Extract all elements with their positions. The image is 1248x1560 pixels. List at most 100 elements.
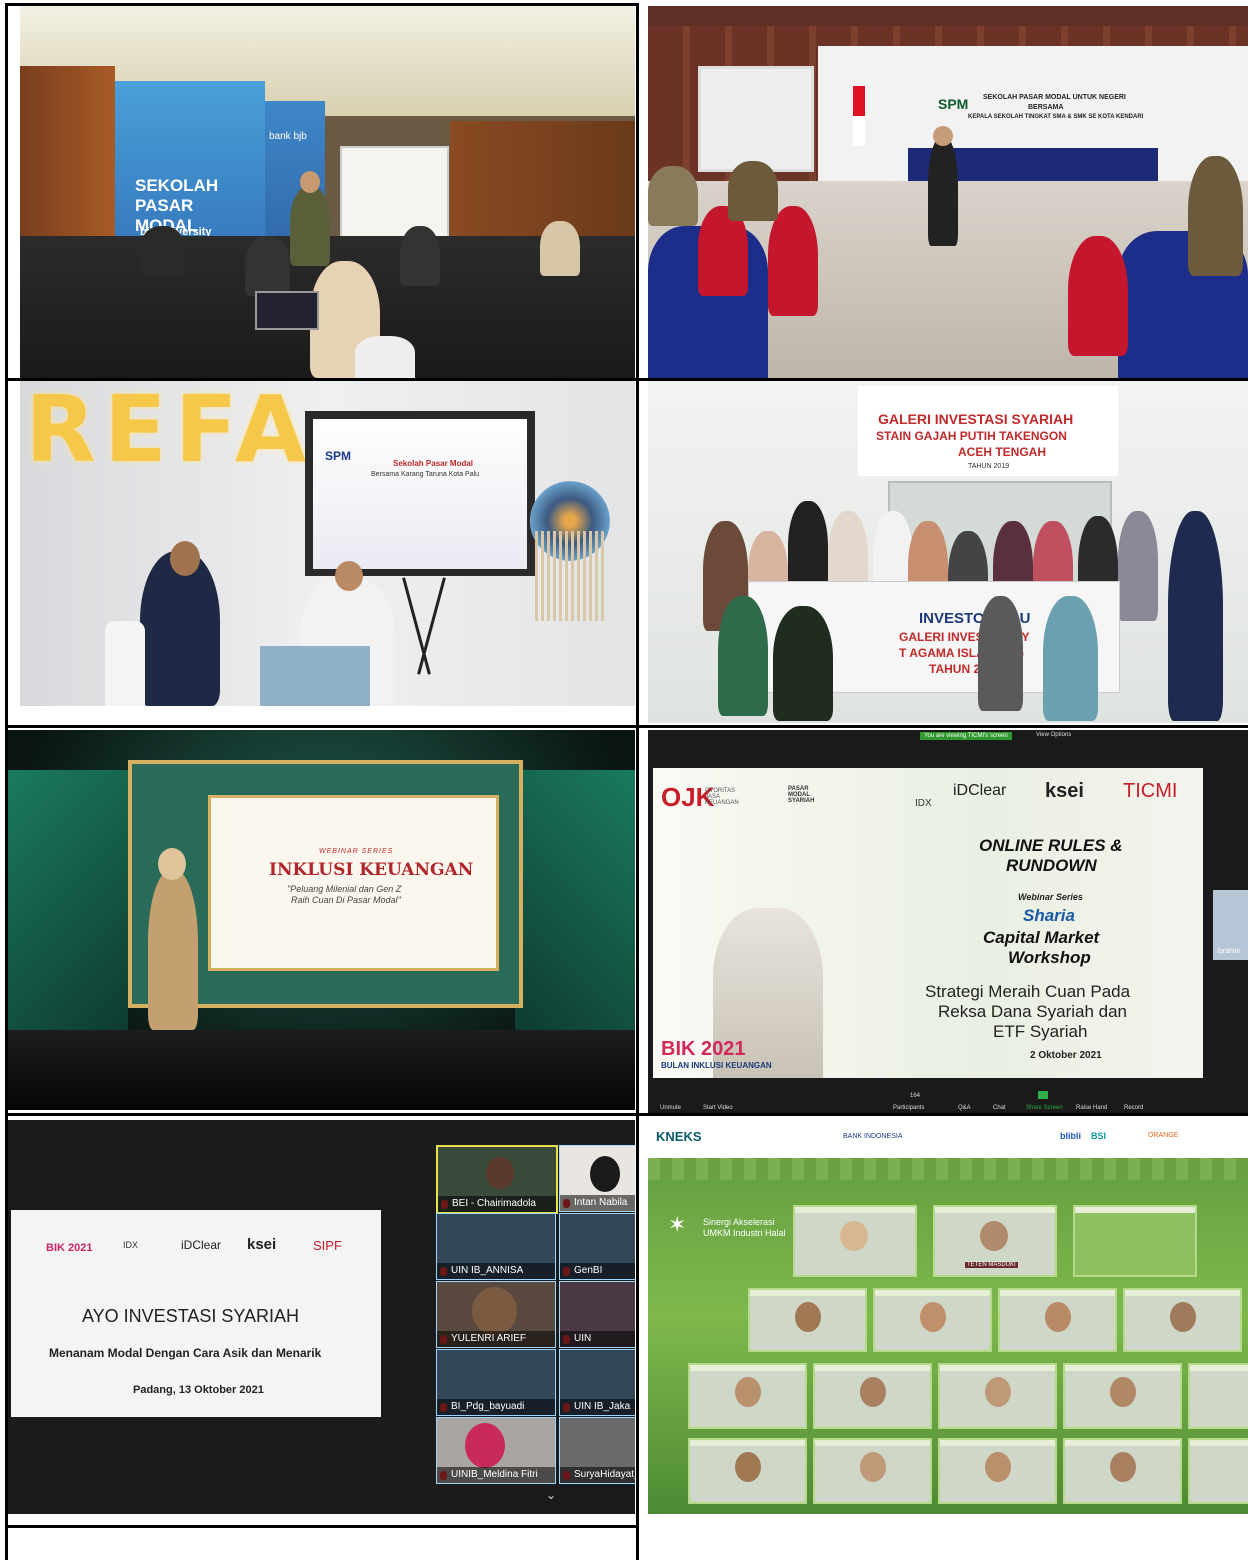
capital-market-title: Capital Market [983,928,1100,947]
panel-refa: REFA SPM Sekolah Pasar Modal Bersama Kar… [20,381,635,706]
participant-name: GenBI UINIB_Syahru [560,1263,635,1279]
projector-screen [698,66,814,172]
presenter [148,870,198,1030]
ayo-subtitle: Menanam Modal Dengan Cara Asik dan Menar… [49,1346,322,1360]
sinergi-title-2: UMKM Industri Halal [703,1228,786,1238]
idx-logo: IDX [123,1240,139,1250]
idx-logo: IDX [915,798,932,809]
video-tile[interactable] [813,1363,932,1429]
photo-collage: SEKOLAH PASAR MODAL bjb university bank … [5,3,1248,1560]
chevron-down-icon[interactable]: ⌄ [546,1488,556,1502]
toolbar-raise-hand[interactable]: Raise Hand [1076,1105,1107,1111]
participant-name: BI_Pdg_bayuadi Hardi... [437,1399,555,1415]
video-tile[interactable] [1188,1363,1248,1429]
toolbar-unmute[interactable]: Unmute [660,1105,681,1111]
panel-inklusi-keuangan: WEBINAR SERIES INKLUSI KEUANGAN "Peluang… [8,730,635,1110]
kneks-logo: KNEKS [656,1129,702,1144]
shared-slide: BIK 2021 IDX iDClear ksei SIPF AYO INVES… [11,1210,381,1417]
video-tile[interactable] [873,1288,992,1352]
blibli-logo: blibli [1060,1131,1081,1141]
screen-title: Sekolah Pasar Modal [393,459,474,468]
view-options-button[interactable]: View Options [1036,732,1071,738]
video-tile[interactable] [1073,1205,1197,1277]
grid-divider-vertical [636,3,639,1560]
share-screen-icon[interactable] [1038,1091,1048,1099]
sharia-title: Sharia [1023,906,1075,925]
inklusi-subtitle-2: Raih Cuan Di Pasar Modal" [291,895,401,905]
screen-subtitle: Bersama Karang Taruna Kota Palu [371,471,480,478]
viewing-banner: You are viewing TICMI's screen [920,732,1012,740]
panel-classroom: SEKOLAH PASAR MODAL bjb university bank … [20,6,635,378]
ayo-date: Padang, 13 Oktober 2021 [133,1384,264,1396]
participant-tile[interactable]: SuryaHidayat_UNH [559,1417,635,1484]
participant-tile[interactable]: BEI - Chairimadola [436,1145,558,1214]
video-tile[interactable] [1063,1438,1182,1504]
video-tile[interactable] [1123,1288,1242,1352]
bank-indonesia-logo: BANK INDONESIA [843,1133,903,1140]
toolbar-qa[interactable]: Q&A [958,1105,971,1111]
grid-divider-row2 [5,725,1248,728]
participant-tile[interactable]: UIN IB_DESTHIA IRS [559,1281,635,1348]
idclear-logo: iDClear [953,782,1007,799]
video-tile[interactable] [998,1288,1117,1352]
ayo-title: AYO INVESTASI SYARIAH [82,1306,300,1326]
participant-tile[interactable]: Intan Nabila Kha [559,1145,635,1212]
grid-border-top [5,3,639,6]
video-tile[interactable] [688,1363,807,1429]
toolbar-chat[interactable]: Chat [993,1105,1006,1111]
participant-tile[interactable]: UIN IB_Jaka Fajar W [559,1349,635,1416]
pasar-modal-syariah-logo: PASAR MODAL SYARIAH [788,786,815,804]
panel-spm-kendari: SPM SEKOLAH PASAR MODAL UNTUK NEGERI BER… [648,6,1248,378]
stage-screen: WEBINAR SERIES INKLUSI KEUANGAN "Peluang… [208,795,499,971]
participant-tile[interactable]: UIN IB_ANNISA FEBRI... [436,1213,556,1280]
webinar-date: 2 Oktober 2021 [1030,1050,1102,1061]
galeri-banner: GALERI INVESTASI SYARIAH STAIN GAJAH PUT… [858,386,1118,476]
video-tile[interactable] [793,1205,917,1277]
participant-name: SuryaHidayat_UNH [560,1467,635,1483]
participant-name: YULENRI ARIEF HIDAY... [437,1331,555,1347]
bsi-logo: BSI [1091,1131,1107,1141]
side-video-tile[interactable]: Ibrahim [1213,890,1248,960]
toolbar-participants[interactable]: Participants [893,1105,924,1111]
toolbar-share-screen[interactable]: Share Screen [1026,1105,1063,1111]
video-tile[interactable]: TETEN MASDUKI [933,1205,1057,1277]
participant-tile[interactable]: YULENRI ARIEF HIDAY... [436,1281,556,1348]
strategi-line-2: Reksa Dana Syariah dan [938,1002,1128,1021]
participant-tile[interactable]: UINIB_Meldina Fitri R... [436,1417,556,1484]
sinergi-title-1: Sinergi Akselerasi [703,1217,775,1227]
bik-logo: BIK 2021 [661,1038,746,1060]
video-tile[interactable] [1188,1438,1248,1504]
video-tile[interactable] [748,1288,867,1352]
participant-name: UIN IB_ANNISA FEBRI... [437,1263,555,1279]
rules-title-2: RUNDOWN [1006,856,1097,875]
toolbar-start-video[interactable]: Start Video [703,1105,733,1111]
ksei-logo: ksei [247,1236,277,1253]
shared-screen: OJK OTORITAS JASA KEUANGAN PASAR MODAL S… [653,768,1203,1078]
video-tile[interactable] [1063,1363,1182,1429]
banner-line-1: SEKOLAH PASAR MODAL UNTUK NEGERI [983,94,1126,101]
participant-tile[interactable]: GenBI UINIB_Syahru [559,1213,635,1280]
toolbar-record[interactable]: Record [1124,1105,1143,1111]
video-tile[interactable] [688,1438,807,1504]
video-tile[interactable] [938,1363,1057,1429]
participant-tile[interactable]: BI_Pdg_bayuadi Hardi... [436,1349,556,1416]
grid-divider-row3 [5,1113,1248,1116]
strategi-line-1: Strategi Meraih Cuan Pada [925,982,1131,1001]
screen-spm-logo: SPM [325,449,352,463]
orange-logo: ORANGE [1148,1132,1179,1139]
refa-sign: REFA [25,381,315,483]
sponsor-bar: KNEKS BANK INDONESIA blibli BSI ORANGE [648,1120,1248,1158]
side-participant-name: Ibrahim [1217,948,1241,955]
sipf-logo: SIPF [313,1238,342,1253]
video-tile[interactable] [938,1438,1057,1504]
grid-border-left [5,3,8,1560]
grid-divider-row1 [5,378,1248,381]
laptop [255,291,319,330]
grid-divider-row4 [5,1525,639,1528]
video-tile[interactable] [813,1438,932,1504]
spm-logo: SPM [938,96,969,112]
sinergi-icon: ✶ [668,1212,687,1237]
banner-year: TAHUN 2019 [968,463,1010,470]
panel-kneks-gallery: KNEKS BANK INDONESIA blibli BSI ORANGE S… [648,1120,1248,1514]
panel-sharia-webinar-zoom: You are viewing TICMI's screen View Opti… [648,730,1248,1115]
